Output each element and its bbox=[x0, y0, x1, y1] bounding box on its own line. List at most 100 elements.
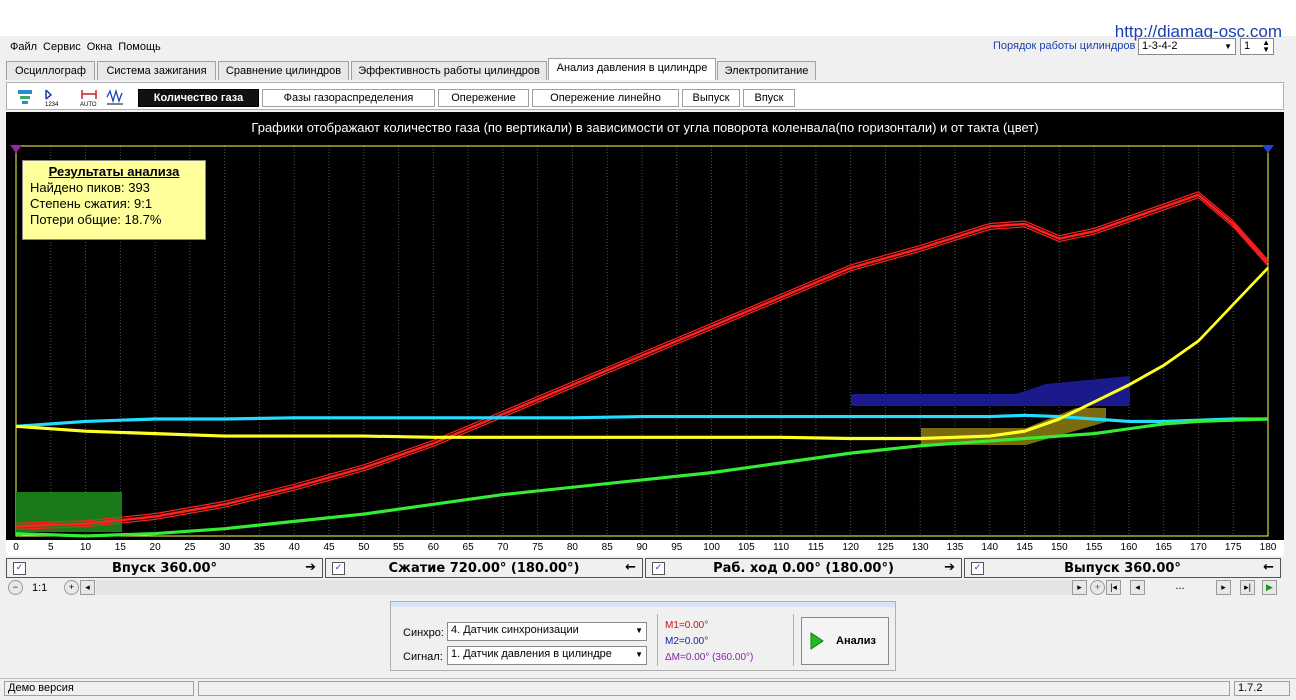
zoom-in-icon[interactable]: + bbox=[64, 580, 79, 595]
status-bar: Демо версия 1.7.2 bbox=[0, 678, 1296, 700]
phase-intake-checkbox[interactable]: ✓ bbox=[13, 562, 26, 575]
phase-exhaust[interactable]: ✓ Выпуск 360.00° ← bbox=[964, 558, 1281, 578]
arrow-right-icon[interactable]: ➔ bbox=[305, 560, 316, 575]
x-tick-label: 125 bbox=[877, 542, 894, 553]
top-banner bbox=[0, 0, 1296, 36]
sync-value: 4. Датчик синхронизации bbox=[451, 624, 579, 636]
menu-windows[interactable]: Окна bbox=[83, 36, 115, 53]
scroll-right-icon[interactable]: ▸ bbox=[1072, 580, 1087, 595]
play-icon[interactable]: ▶ bbox=[1262, 580, 1277, 595]
phase-intake[interactable]: ✓ Впуск 360.00° ➔ bbox=[6, 558, 323, 578]
prev-page-icon[interactable]: ◂ bbox=[1130, 580, 1145, 595]
gas-amount-chart[interactable]: Графики отображают количество газа (по в… bbox=[6, 112, 1284, 540]
divider bbox=[657, 614, 658, 666]
sync-label: Синхро: bbox=[403, 627, 444, 639]
zoom-ratio: 1:1 bbox=[32, 582, 48, 594]
phase-power[interactable]: ✓ Раб. ход 0.00° (180.00°) ➔ bbox=[645, 558, 962, 578]
analysis-results-box: Результаты анализа Найдено пиков: 393 Ст… bbox=[22, 160, 206, 240]
x-tick-label: 75 bbox=[532, 542, 544, 553]
phase-intake-label: Впуск 360.00° bbox=[111, 561, 218, 576]
x-tick-label: 35 bbox=[253, 542, 265, 553]
panel-splitter[interactable] bbox=[391, 602, 895, 607]
x-tick-label: 45 bbox=[323, 542, 335, 553]
arrow-left-icon[interactable]: ← bbox=[625, 560, 636, 575]
subtab-intake[interactable]: Впуск bbox=[743, 89, 795, 107]
left-marker-icon bbox=[10, 145, 22, 153]
play-icon bbox=[810, 632, 824, 650]
subtab-advance-linear[interactable]: Опережение линейно bbox=[532, 89, 679, 107]
phase-exhaust-checkbox[interactable]: ✓ bbox=[971, 562, 984, 575]
status-empty bbox=[198, 681, 1230, 696]
status-version: 1.7.2 bbox=[1234, 681, 1290, 696]
phase-compression-checkbox[interactable]: ✓ bbox=[332, 562, 345, 575]
results-title: Результаты анализа bbox=[48, 164, 180, 179]
x-tick-label: 80 bbox=[566, 542, 578, 553]
analyze-button[interactable]: Анализ bbox=[801, 617, 889, 665]
tab-ignition[interactable]: Система зажигания bbox=[97, 61, 216, 80]
cylinder-number-value: 1 bbox=[1244, 40, 1251, 52]
first-page-icon[interactable]: |◂ bbox=[1106, 580, 1121, 595]
zoom-scroll-row: − 1:1 + ◂ ▸ + |◂ ◂ ... ▸ ▸| ▶ bbox=[6, 580, 1284, 597]
add-icon[interactable]: + bbox=[1090, 580, 1105, 595]
x-tick-label: 50 bbox=[358, 542, 370, 553]
arrow-right-icon[interactable]: ➔ bbox=[944, 560, 955, 575]
menu-help[interactable]: Помощь bbox=[114, 36, 163, 53]
cylinder-order-select[interactable]: 1-3-4-2 ▼ bbox=[1138, 38, 1236, 55]
next-page-icon[interactable]: ▸ bbox=[1216, 580, 1231, 595]
x-tick-label: 85 bbox=[601, 542, 613, 553]
tab-cylinder-efficiency[interactable]: Эффективность работы цилиндров bbox=[351, 61, 547, 80]
x-tick-label: 120 bbox=[842, 542, 859, 553]
subtab-exhaust[interactable]: Выпуск bbox=[682, 89, 740, 107]
results-losses: Потери общие: 18.7% bbox=[30, 212, 162, 227]
phase-power-checkbox[interactable]: ✓ bbox=[652, 562, 665, 575]
svg-text:AUTO: AUTO bbox=[80, 102, 97, 107]
x-tick-label: 95 bbox=[671, 542, 683, 553]
numbering-icon[interactable]: 1234 bbox=[43, 87, 63, 107]
auto-scale-icon[interactable]: AUTO bbox=[79, 87, 99, 107]
cylinder-number-spinner[interactable]: 1 ▲ ▼ bbox=[1240, 38, 1274, 55]
tab-cylinder-compare[interactable]: Сравнение цилиндров bbox=[218, 61, 349, 80]
chevron-down-icon: ▼ bbox=[1224, 42, 1232, 51]
x-tick-label: 10 bbox=[79, 542, 92, 553]
chevron-down-icon: ▼ bbox=[635, 650, 643, 659]
x-tick-label: 165 bbox=[1155, 542, 1172, 553]
tab-power-supply[interactable]: Электропитание bbox=[717, 61, 816, 80]
sync-select[interactable]: 4. Датчик синхронизации ▼ bbox=[447, 622, 647, 641]
phase-power-label: Раб. ход 0.00° (180.00°) bbox=[713, 561, 894, 576]
results-peaks: Найдено пиков: 393 bbox=[30, 180, 150, 195]
signal-label: Сигнал: bbox=[403, 651, 443, 663]
x-axis: 0 5 10 15 20 25 30 35 40 45 50 55 60 65 70 75 80 85 90 95 10… bbox=[6, 540, 1284, 556]
x-tick-label: 145 bbox=[1016, 542, 1033, 553]
subtab-valve-timing[interactable]: Фазы газораспределения bbox=[262, 89, 435, 107]
menu-file[interactable]: Файл bbox=[0, 36, 39, 53]
compression-zone bbox=[851, 376, 1130, 406]
x-tick-label: 170 bbox=[1190, 542, 1207, 553]
tab-oscilloscope[interactable]: Осциллограф bbox=[6, 61, 95, 80]
last-page-icon[interactable]: ▸| bbox=[1240, 580, 1255, 595]
chevron-down-icon: ▼ bbox=[635, 626, 643, 635]
x-tick-label: 70 bbox=[497, 542, 509, 553]
x-tick-label: 110 bbox=[773, 542, 790, 553]
zoom-out-icon[interactable]: − bbox=[8, 580, 23, 595]
horizontal-scrollbar[interactable] bbox=[96, 580, 1072, 595]
x-tick-label: 60 bbox=[427, 542, 439, 553]
subtab-gas-amount[interactable]: Количество газа bbox=[138, 89, 259, 107]
x-tick-label: 0 bbox=[13, 542, 19, 553]
scroll-left-icon[interactable]: ◂ bbox=[80, 580, 95, 595]
marker-m2: M2=0.00° bbox=[665, 636, 709, 647]
x-tick-label: 40 bbox=[288, 542, 300, 553]
subtab-advance[interactable]: Опережение bbox=[438, 89, 529, 107]
x-tick-label: 155 bbox=[1085, 542, 1103, 553]
menu-service[interactable]: Сервис bbox=[39, 36, 83, 53]
x-tick-label: 30 bbox=[219, 542, 231, 553]
page-dots: ... bbox=[1175, 580, 1185, 592]
signal-select[interactable]: 1. Датчик давления в цилиндре ▼ bbox=[447, 646, 647, 665]
x-tick-label: 130 bbox=[911, 542, 929, 553]
waveform-icon[interactable] bbox=[105, 87, 125, 107]
cylinders-icon[interactable] bbox=[15, 87, 35, 107]
right-marker-icon bbox=[1262, 145, 1274, 153]
analysis-toolbar: 1234 AUTO Количество газа Фазы газораспр… bbox=[6, 82, 1284, 110]
tab-pressure-analysis[interactable]: Анализ давления в цилиндре bbox=[548, 58, 716, 80]
arrow-left-icon[interactable]: ← bbox=[1263, 560, 1274, 575]
phase-compression[interactable]: ✓ Сжатие 720.00° (180.00°) ← bbox=[325, 558, 643, 578]
